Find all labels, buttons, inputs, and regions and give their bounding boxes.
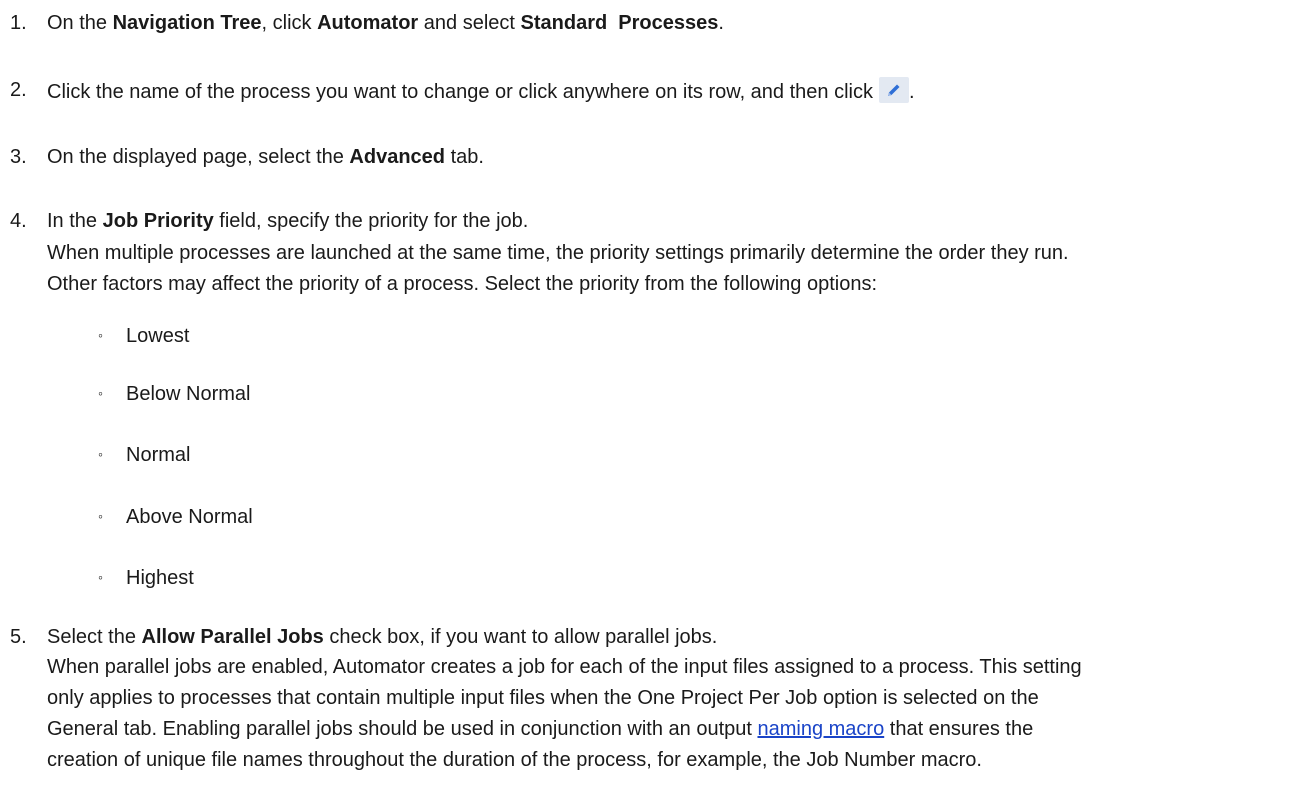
step-paragraph: General tab. Enabling parallel jobs shou… <box>47 716 1033 742</box>
step-number: 4. <box>10 210 27 232</box>
text: , click <box>261 12 318 34</box>
step-paragraph: Other factors may affect the priority of… <box>47 273 877 295</box>
step-number: 2. <box>10 79 27 101</box>
step-paragraph: When multiple processes are launched at … <box>47 242 1069 264</box>
bullet-icon: ◦ <box>98 385 103 401</box>
ui-term: Standard Processes <box>520 12 719 34</box>
text: check box, if you want to allow parallel… <box>323 626 718 648</box>
text: On the <box>47 12 113 34</box>
text: In the <box>47 210 103 232</box>
step-number: 1. <box>10 12 27 34</box>
bullet-icon: ◦ <box>98 327 103 343</box>
option-label: Highest <box>126 567 194 589</box>
list-item: ◦ Lowest <box>98 322 189 349</box>
ui-term: Allow Parallel Jobs <box>141 626 324 648</box>
text: On the displayed page, select the <box>47 146 350 168</box>
option-label: Lowest <box>126 325 190 347</box>
option-label: Above Normal <box>126 506 253 528</box>
step-number: 5. <box>10 626 27 648</box>
text: field, specify the priority for the job. <box>213 210 529 232</box>
bullet-icon: ◦ <box>98 569 103 585</box>
option-label: Below Normal <box>126 383 251 405</box>
step-text: In the Job Priority field, specify the p… <box>47 208 528 234</box>
text: . <box>718 12 724 34</box>
naming-macro-link[interactable]: naming macro <box>757 718 884 740</box>
step-paragraph: When parallel jobs are enabled, Automato… <box>47 656 1082 678</box>
bullet-icon: ◦ <box>98 446 103 462</box>
list-item: ◦ Below Normal <box>98 380 250 407</box>
bullet-icon: ◦ <box>98 508 103 524</box>
ui-term: Automator <box>317 12 419 34</box>
step-text: Select the Allow Parallel Jobs check box… <box>47 624 717 650</box>
text: tab. <box>445 146 484 168</box>
document-page: 1. On the Navigation Tree, click Automat… <box>0 0 1299 788</box>
ui-term: Navigation Tree <box>112 12 262 34</box>
list-item: ◦ Normal <box>98 441 190 468</box>
step-text: Click the name of the process you want t… <box>47 77 915 105</box>
step-number: 3. <box>10 146 27 168</box>
list-item: ◦ Highest <box>98 564 194 591</box>
text: General tab. Enabling parallel jobs shou… <box>47 718 758 740</box>
text: . <box>908 81 915 103</box>
step-paragraph: only applies to processes that contain m… <box>47 687 1039 709</box>
step-text: On the Navigation Tree, click Automator … <box>47 10 724 36</box>
pencil-edit-icon <box>878 77 909 103</box>
option-label: Normal <box>126 444 191 466</box>
step-paragraph: creation of unique file names throughout… <box>47 749 982 771</box>
step-text: On the displayed page, select the Advanc… <box>47 144 484 170</box>
text: and select <box>418 12 521 34</box>
ui-term: Job Priority <box>102 210 214 232</box>
text: that ensures the <box>884 718 1034 740</box>
text: Select the <box>47 626 142 648</box>
list-item: ◦ Above Normal <box>98 503 253 530</box>
ui-term: Advanced <box>349 146 446 168</box>
text: Click the name of the process you want t… <box>47 81 873 103</box>
